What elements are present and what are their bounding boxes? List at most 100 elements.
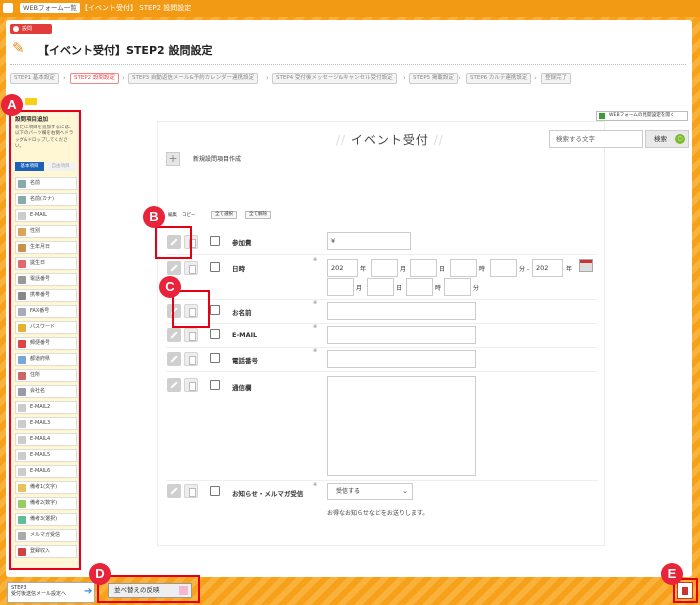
copy-icon[interactable] [184, 352, 198, 366]
select-all-button[interactable]: 全て選択 [211, 211, 237, 219]
help-tag [25, 98, 37, 105]
search-icon: ○ [675, 134, 685, 144]
start-day-input[interactable] [410, 259, 437, 277]
pencil-icon: ✎ [12, 39, 25, 57]
unit-day: 日 [439, 266, 446, 273]
question-label: 参加費 [232, 239, 252, 247]
question-label: E-MAIL [232, 331, 258, 339]
end-minute-input[interactable] [444, 278, 471, 296]
column-copy: コピー [182, 213, 196, 218]
required-mark: ※ [313, 300, 318, 306]
calendar-icon[interactable] [579, 259, 593, 272]
step-5[interactable]: STEP5 掲載設定 [409, 73, 458, 84]
breadcrumb-form-list[interactable]: WEBフォーム一覧 [20, 3, 80, 13]
start-hour-input[interactable] [450, 259, 477, 277]
annotation-badge-e: E [661, 563, 683, 585]
step-arrow-icon: › [534, 74, 537, 82]
next-step-button[interactable]: STEP3 受付後送信メール設定へ [7, 582, 95, 603]
step-complete[interactable]: 登録完了 [541, 73, 572, 84]
row-checkbox[interactable] [210, 329, 220, 339]
phone-input[interactable] [327, 350, 476, 368]
row-divider [166, 323, 598, 324]
question-label: 通信欄 [232, 384, 252, 392]
step-arrow-icon: › [266, 74, 269, 82]
unit-hour: 時 [479, 266, 486, 273]
copy-icon[interactable] [184, 484, 198, 498]
step-4[interactable]: STEP4 受付後メッセージ&キャンセル受付設定 [272, 73, 397, 84]
name-input[interactable] [327, 302, 476, 320]
home-icon[interactable] [3, 3, 13, 13]
row-divider [166, 347, 598, 348]
copy-icon[interactable] [184, 328, 198, 342]
row-divider [166, 480, 598, 481]
step-6[interactable]: STEP6 カルテ連携設定 [466, 73, 532, 84]
question-label: お知らせ・メルマガ受信 [232, 490, 304, 498]
step-arrow-icon: › [403, 74, 406, 82]
edit-icon[interactable] [167, 484, 181, 498]
required-mark: ※ [313, 482, 318, 488]
row-checkbox[interactable] [210, 486, 220, 496]
form-title: // イベント受付 // [336, 133, 444, 147]
copy-icon[interactable] [184, 378, 198, 392]
message-textarea[interactable] [327, 376, 476, 476]
annotation-box-c [172, 290, 210, 328]
step-3[interactable]: STEP3 自動返信メール&予約カレンダー連携設定 [128, 73, 259, 84]
step-arrow-icon: › [458, 74, 461, 82]
edit-icon[interactable] [167, 352, 181, 366]
column-edit: 編集 [168, 213, 177, 218]
unit-year: 年 [360, 266, 367, 273]
divider [10, 64, 686, 65]
start-year-input[interactable]: 202 [327, 259, 358, 277]
end-day-input[interactable] [367, 278, 394, 296]
step-1[interactable]: STEP1 基本設定 [10, 73, 59, 84]
annotation-badge-d: D [89, 563, 111, 585]
end-hour-input[interactable] [406, 278, 433, 296]
unit-minute: 分 [473, 285, 480, 292]
end-year-input[interactable]: 202 [532, 259, 563, 277]
annotation-box-b [155, 226, 192, 259]
start-month-input[interactable] [371, 259, 398, 277]
breadcrumb-current: › 【イベント受付】 STEP2 設問設定 [76, 4, 192, 12]
row-checkbox[interactable] [210, 353, 220, 363]
start-minute-input[interactable] [490, 259, 517, 277]
question-label: 日時 [232, 265, 245, 273]
row-checkbox[interactable] [210, 262, 220, 272]
annotation-box-a [9, 110, 81, 570]
row-checkbox[interactable] [210, 380, 220, 390]
edit-icon[interactable] [167, 261, 181, 275]
fee-input[interactable]: ¥ [327, 232, 411, 250]
copy-icon[interactable] [184, 261, 198, 275]
deselect-all-button[interactable]: 全て解除 [245, 211, 271, 219]
step-2[interactable]: STEP2 設問設定 [70, 73, 119, 84]
edit-icon[interactable] [167, 328, 181, 342]
web-form-settings-button[interactable]: WEBフォームの見開設定を開く [596, 111, 688, 121]
newsletter-hint: お得なお知らせなどをお送りします。 [327, 510, 429, 517]
app-logo: 設問 [10, 24, 52, 34]
edit-icon[interactable] [167, 378, 181, 392]
newsletter-select[interactable]: 受信する ⌄ [327, 483, 413, 500]
unit-hour: 時 [435, 285, 442, 292]
question-label: 電話番号 [232, 357, 258, 365]
step-arrow-icon: › [63, 74, 66, 82]
end-month-input[interactable] [327, 278, 354, 296]
unit-month: 月 [400, 266, 407, 273]
annotation-badge-c: C [159, 276, 181, 298]
search-button[interactable]: 検索 ○ [645, 130, 689, 148]
chevron-down-icon: ⌄ [402, 487, 408, 495]
row-checkbox[interactable] [210, 236, 220, 246]
new-item-label: 新規設問項目作成 [193, 156, 242, 163]
form-editor: // イベント受付 // 検索する文字 検索 ○ + 新規設問項目作成 編集 コピ… [157, 121, 689, 546]
row-divider [166, 371, 598, 372]
arrow-right-icon: ➔ [84, 586, 93, 597]
email-input[interactable] [327, 326, 476, 344]
search-input[interactable]: 検索する文字 [549, 130, 643, 148]
unit-year: 年 [566, 266, 573, 273]
required-mark: ※ [313, 324, 318, 330]
annotation-badge-b: B [143, 206, 165, 228]
row-divider [166, 254, 598, 255]
add-item-button[interactable]: + [166, 152, 180, 166]
annotation-box-d [97, 575, 200, 603]
unit-minute-dash: 分 - [519, 266, 530, 273]
unit-month: 月 [356, 285, 363, 292]
row-checkbox[interactable] [210, 305, 220, 315]
